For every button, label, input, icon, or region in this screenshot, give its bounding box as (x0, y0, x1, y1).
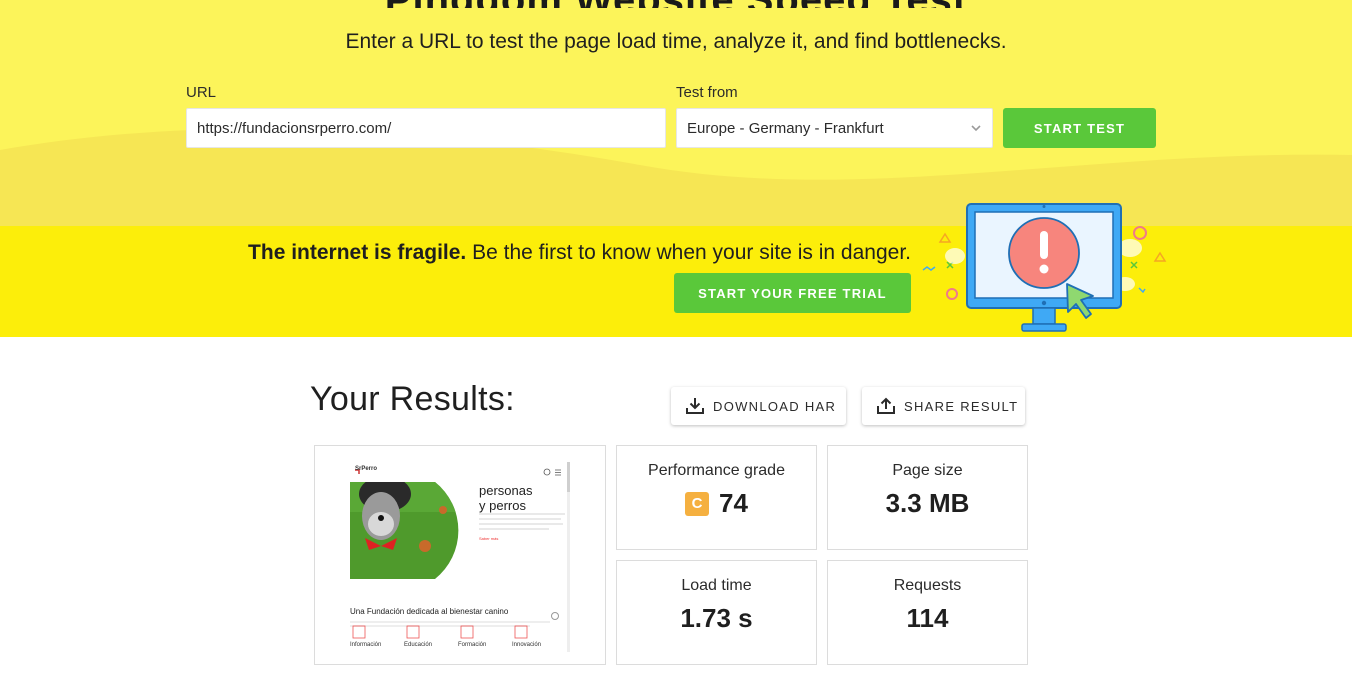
load-time-value: 1.73 s (680, 603, 753, 633)
page-size-label: Page size (892, 462, 963, 479)
load-time-label: Load time (681, 577, 752, 594)
chevron-down-icon (971, 125, 981, 132)
screenshot-category: Formación (458, 642, 487, 648)
share-result-label: SHARE RESULT (904, 398, 1019, 414)
screenshot-headline-line1: personas (479, 483, 533, 498)
site-screenshot-thumbnail: SrPerro personas y perros Saber más Una … (314, 445, 606, 665)
page-title: Pingdom Website Speed Test (0, 0, 1352, 8)
screenshot-headline-line2: y perros (479, 498, 526, 513)
download-icon (686, 398, 704, 414)
banner-bold-text: The internet is fragile. (248, 241, 467, 264)
url-label: URL (186, 84, 217, 101)
screenshot-category: Educación (404, 642, 433, 648)
test-from-label: Test from (676, 84, 738, 101)
banner-regular-text: Be the first to know when your site is i… (466, 241, 911, 264)
performance-grade-card: Performance grade C 74 (616, 445, 817, 550)
share-result-button[interactable]: SHARE RESULT (862, 387, 1025, 425)
share-icon (877, 397, 895, 414)
screenshot-category: Información (350, 642, 382, 648)
page-size-card: Page size 3.3 MB (827, 445, 1028, 550)
screenshot-headline: personas y perros (479, 483, 532, 513)
banner-text: The internet is fragile. Be the first to… (0, 241, 911, 265)
load-time-card: Load time 1.73 s (616, 560, 817, 665)
download-har-button[interactable]: DOWNLOAD HAR (671, 387, 846, 425)
screenshot-logo: SrPerro (355, 466, 378, 472)
url-input-value: https://fundacionsrperro.com/ (197, 119, 392, 137)
page-subtitle: Enter a URL to test the page load time, … (345, 30, 1007, 53)
requests-value: 114 (906, 603, 949, 633)
performance-grade-label: Performance grade (648, 462, 785, 479)
page-size-value: 3.3 MB (885, 488, 970, 518)
screenshot-category: Innovación (512, 642, 542, 648)
requests-label: Requests (893, 577, 962, 594)
grade-badge: C (685, 491, 710, 516)
performance-score: 74 (719, 488, 748, 518)
download-har-label: DOWNLOAD HAR (713, 398, 837, 414)
test-location-select[interactable]: Europe - Germany - Frankfurt (676, 108, 993, 148)
screenshot-link: Saber más (479, 536, 499, 541)
free-trial-button[interactable]: START YOUR FREE TRIAL (674, 273, 911, 313)
screenshot-tagline: Una Fundación dedicada al bienestar cani… (350, 607, 509, 616)
hero-section: Pingdom Website Speed Test Enter a URL t… (0, 0, 1352, 226)
results-title: Your Results: (310, 380, 515, 418)
requests-card: Requests 114 (827, 560, 1028, 665)
performance-grade-value-row: C 74 (617, 488, 816, 519)
start-test-button[interactable]: START TEST (1003, 108, 1156, 148)
monitor-alert-icon (922, 203, 1167, 332)
url-input[interactable]: https://fundacionsrperro.com/ (186, 108, 666, 148)
screenshot-illustration (350, 462, 570, 652)
test-location-value: Europe - Germany - Frankfurt (687, 119, 884, 137)
